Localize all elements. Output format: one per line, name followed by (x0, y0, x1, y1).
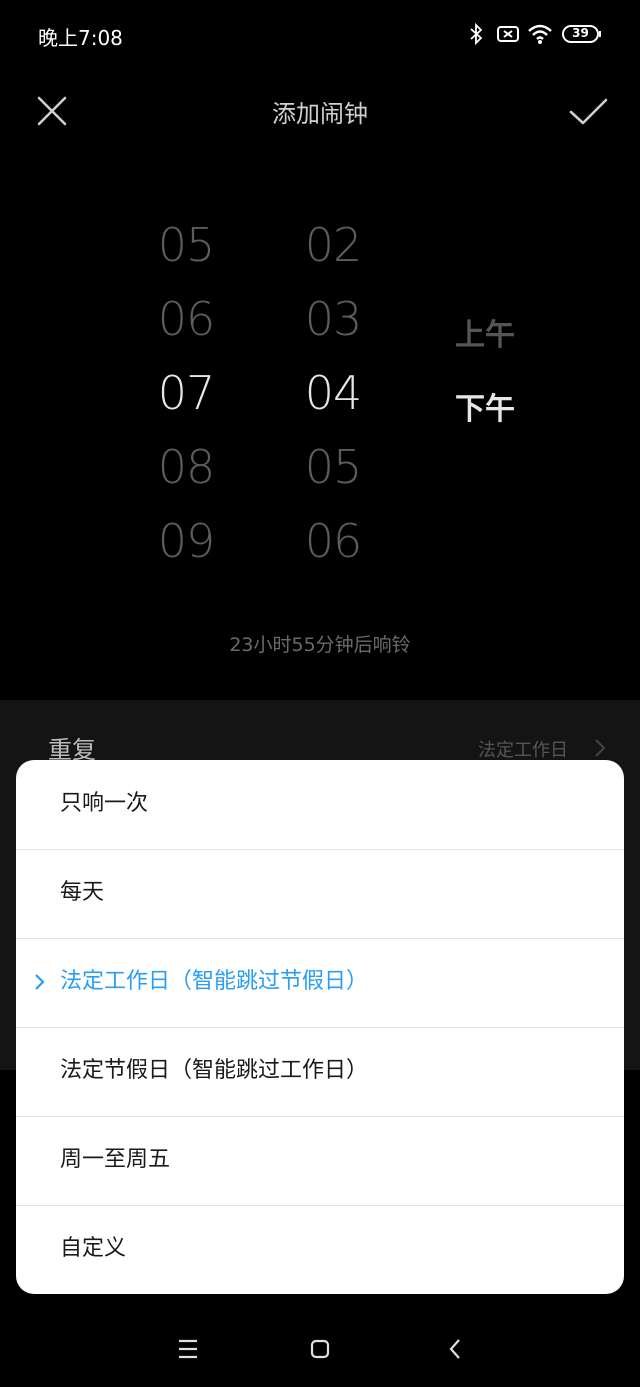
minute-option[interactable]: 05 (278, 430, 388, 504)
back-button[interactable] (434, 1330, 474, 1368)
hour-option[interactable]: 05 (131, 208, 241, 282)
back-icon (449, 1339, 460, 1359)
repeat-dialog: 只响一次 每天 法定工作日（智能跳过节假日） 法定节假日（智能跳过工作日） 周一… (16, 760, 624, 1294)
repeat-option-weekdays[interactable]: 周一至周五 (16, 1116, 624, 1204)
hour-option[interactable]: 09 (131, 504, 241, 578)
home-button[interactable] (300, 1330, 340, 1368)
selected-chevron-icon (35, 974, 45, 990)
battery-icon: 39 (562, 24, 602, 44)
divider (16, 849, 624, 850)
option-label: 只响一次 (60, 791, 149, 816)
repeat-option-once[interactable]: 只响一次 (16, 760, 624, 848)
ring-countdown: 23小时55分钟后响铃 (229, 634, 411, 656)
page-title: 添加闹钟 (272, 100, 368, 128)
option-label: 法定节假日（智能跳过工作日） (60, 1058, 369, 1083)
repeat-option-daily[interactable]: 每天 (16, 849, 624, 937)
option-label: 自定义 (60, 1236, 127, 1261)
bluetooth-icon (470, 22, 483, 46)
minute-picker[interactable]: 02 03 04 05 06 (278, 208, 388, 578)
hour-picker[interactable]: 05 06 07 08 09 (131, 208, 241, 578)
sim-off-icon (497, 26, 519, 42)
confirm-button[interactable] (566, 92, 610, 132)
check-icon (569, 98, 608, 125)
menu-button[interactable] (168, 1330, 208, 1368)
hour-option-selected[interactable]: 07 (131, 356, 241, 430)
repeat-option-holidays[interactable]: 法定节假日（智能跳过工作日） (16, 1027, 624, 1115)
period-option-pm[interactable]: 下午 (440, 384, 530, 428)
minute-option[interactable]: 02 (278, 208, 388, 282)
period-option-am[interactable]: 上午 (440, 310, 530, 354)
wifi-icon (528, 24, 552, 44)
battery-level: 39 (572, 26, 589, 40)
minute-option-selected[interactable]: 04 (278, 356, 388, 430)
option-label: 每天 (60, 880, 105, 905)
repeat-value[interactable]: 法定工作日 (478, 736, 568, 762)
minute-option[interactable]: 06 (278, 504, 388, 578)
option-label: 周一至周五 (60, 1147, 171, 1172)
repeat-option-workdays[interactable]: 法定工作日（智能跳过节假日） (16, 938, 624, 1026)
minute-option[interactable]: 03 (278, 282, 388, 356)
home-icon (310, 1339, 330, 1359)
status-time: 晚上7:08 (38, 26, 123, 50)
option-label: 法定工作日（智能跳过节假日） (60, 969, 369, 994)
hour-option[interactable]: 06 (131, 282, 241, 356)
chevron-right-icon (595, 739, 606, 757)
hour-option[interactable]: 08 (131, 430, 241, 504)
repeat-option-custom[interactable]: 自定义 (16, 1205, 624, 1293)
menu-icon (179, 1339, 197, 1359)
